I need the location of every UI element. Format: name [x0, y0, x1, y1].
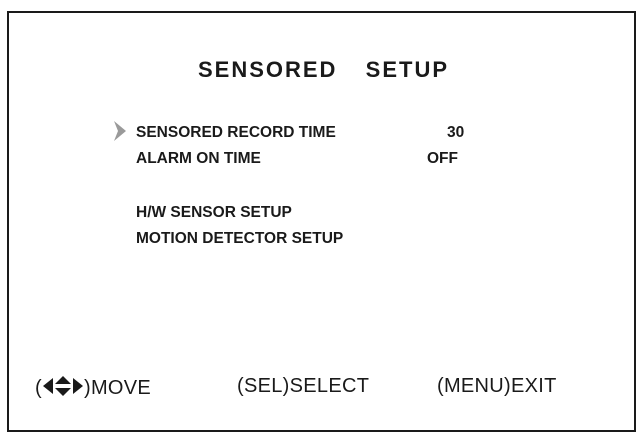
footer-move-hint: ( )MOVE: [35, 375, 151, 400]
menu-item-alarm-on-time[interactable]: ALARM ON TIME: [136, 150, 261, 168]
osd-screen: SENSORED SETUP SENSORED RECORD TIME 30 A…: [7, 11, 636, 432]
move-label: MOVE: [90, 377, 152, 399]
menu-item-motion-detector-setup[interactable]: MOTION DETECTOR SETUP: [136, 230, 343, 248]
exit-label: EXIT: [511, 375, 557, 397]
menu-item-label: MOTION DETECTOR SETUP: [136, 230, 344, 247]
footer-exit-hint: (MENU)EXIT: [437, 375, 557, 398]
sel-key: (SEL): [237, 375, 290, 397]
menu-item-value: 30: [447, 124, 465, 141]
page-title: SENSORED SETUP: [197, 57, 450, 82]
menu-item-sensored-record-time[interactable]: SENSORED RECORD TIME: [136, 124, 336, 142]
close-paren: ): [83, 377, 91, 399]
menu-key: (MENU): [437, 375, 512, 397]
menu-item-label: ALARM ON TIME: [136, 150, 261, 167]
four-way-arrows-icon: [42, 376, 83, 396]
menu-item-label: H/W SENSOR SETUP: [136, 204, 292, 221]
footer-select-hint: (SEL)SELECT: [237, 375, 369, 398]
chevron-right-icon: [114, 121, 126, 141]
menu-item-label: SENSORED RECORD TIME: [136, 124, 336, 141]
select-label: SELECT: [289, 375, 370, 397]
menu-item-hw-sensor-setup[interactable]: H/W SENSOR SETUP: [136, 204, 292, 222]
menu-item-value: OFF: [427, 150, 458, 167]
open-paren: (: [35, 377, 42, 399]
